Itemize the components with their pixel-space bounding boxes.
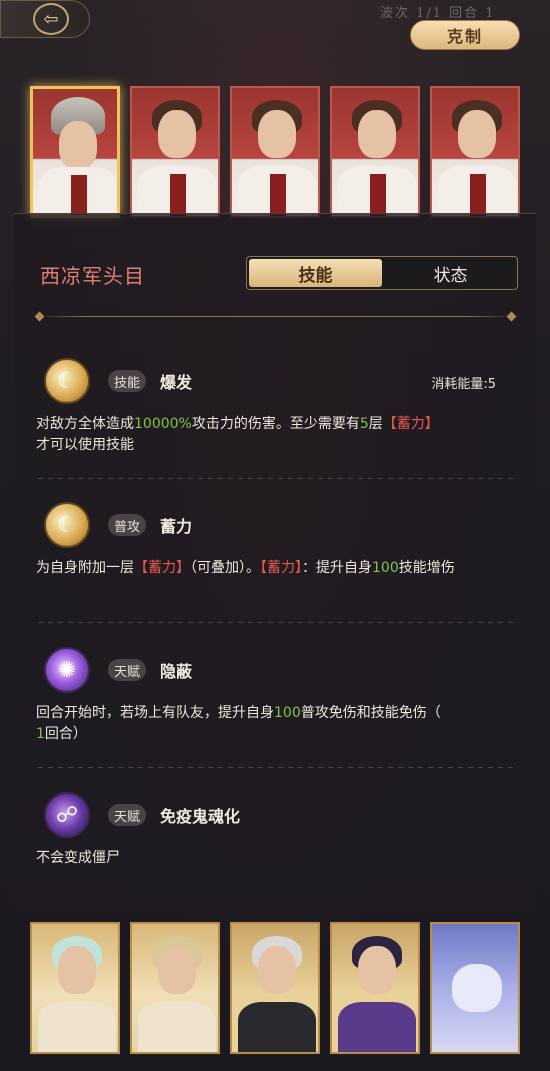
talent-hide-icon[interactable]: ✺ (44, 647, 90, 693)
skill-name: 免疫鬼魂化 (160, 807, 241, 826)
enemy-portrait-4[interactable] (330, 86, 420, 218)
skill-divider (38, 767, 514, 768)
ally-portrait-row (30, 922, 525, 1054)
talent-ghost-immune-icon[interactable]: ☍ (44, 792, 90, 838)
back-arrow-icon: ⇦ (33, 3, 69, 35)
top-bar: ⇦ 波次 1/1 回合 1 克制 (0, 0, 550, 50)
skill-name: 蓄力 (160, 517, 193, 536)
unit-name: 西凉军头目 (40, 264, 145, 288)
skill-name: 爆发 (160, 373, 193, 392)
skill-name: 隐蔽 (160, 662, 193, 681)
tab-status[interactable]: 状态 (384, 257, 517, 289)
skill-description: 不会变成僵尸 (36, 850, 120, 866)
skill-type-badge: 普攻 (108, 514, 147, 536)
enemy-portrait-row (30, 86, 525, 218)
enemy-portrait-2[interactable] (130, 86, 220, 218)
restrain-button[interactable]: 克制 (410, 20, 520, 50)
ally-portrait-2[interactable] (130, 922, 220, 1054)
skill-charge-icon[interactable]: ☾ (44, 502, 90, 548)
skill-type-badge: 天赋 (108, 659, 147, 681)
skill-burst-icon[interactable]: ☾ (44, 358, 90, 404)
energy-cost: 消耗能量:5 (431, 377, 496, 392)
tab-skills[interactable]: 技能 (249, 259, 382, 287)
ally-portrait-3[interactable] (230, 922, 320, 1054)
skill-description: 回合开始时，若场上有队友，提升自身100普攻免伤和技能免伤（ 1回合） (36, 705, 441, 742)
info-tabs: 技能 状态 (246, 256, 518, 290)
ally-portrait-1[interactable] (30, 922, 120, 1054)
wave-round-text: 波次 1/1 回合 1 (380, 6, 496, 21)
skill-divider (38, 478, 514, 479)
back-button[interactable]: ⇦ (0, 0, 90, 38)
ally-portrait-5[interactable] (430, 922, 520, 1054)
skill-type-badge: 天赋 (108, 804, 147, 826)
skill-description: 为自身附加一层【蓄力】（可叠加）。【蓄力】：提升自身100技能增伤 (36, 560, 455, 576)
skill-divider (38, 622, 514, 623)
enemy-portrait-5[interactable] (430, 86, 520, 218)
header-divider (38, 316, 514, 317)
enemy-portrait-3[interactable] (230, 86, 320, 218)
ally-portrait-4[interactable] (330, 922, 420, 1054)
skill-type-badge: 技能 (108, 370, 147, 392)
enemy-portrait-1[interactable] (30, 86, 120, 218)
skill-description: 对敌方全体造成10000%攻击力的伤害。至少需要有5层【蓄力】 才可以使用技能 (36, 416, 439, 453)
